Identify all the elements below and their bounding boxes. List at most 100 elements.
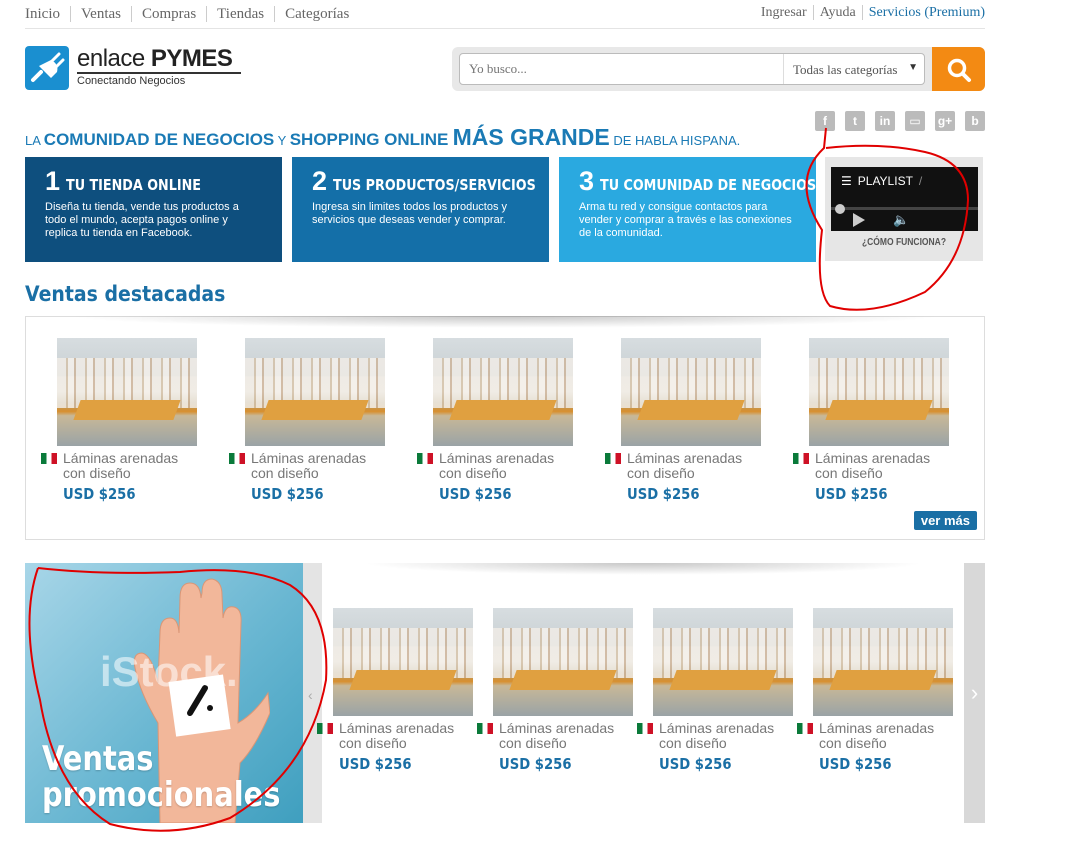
- product-card[interactable]: Láminas arenadas con diseño USD $256: [417, 338, 577, 503]
- mexico-flag-icon: [477, 723, 493, 734]
- nav-link-categorias[interactable]: Categorías: [274, 6, 359, 22]
- product-name[interactable]: Láminas arenadas con diseño: [499, 721, 629, 751]
- top-divider: [25, 28, 985, 29]
- search-input[interactable]: [460, 54, 783, 84]
- product-name[interactable]: Láminas arenadas con diseño: [627, 451, 757, 481]
- chevron-right-icon[interactable]: ›: [964, 563, 985, 823]
- blogger-icon[interactable]: b: [965, 111, 985, 131]
- product-name[interactable]: Láminas arenadas con diseño: [659, 721, 789, 751]
- step-title: TU TIENDA ONLINE: [66, 176, 201, 194]
- promo-products: Láminas arenadas con diseño USD $256 Lám…: [317, 563, 964, 823]
- promo-section: iStock. Ventas promocionales ‹ Láminas ar…: [25, 563, 985, 823]
- logo-title: enlace PYMES: [77, 45, 233, 72]
- video-player[interactable]: ☰ PLAYLIST / 🔈: [831, 167, 978, 231]
- product-card[interactable]: Láminas arenadas con diseño USD $256: [317, 608, 477, 773]
- step-title: TUS PRODUCTOS/SERVICIOS: [333, 176, 536, 194]
- step-title: TU COMUNIDAD DE NEGOCIOS: [600, 176, 817, 194]
- google-plus-icon[interactable]: g+: [935, 111, 955, 131]
- product-card[interactable]: Láminas arenadas con diseño USD $256: [477, 608, 637, 773]
- product-name[interactable]: Láminas arenadas con diseño: [439, 451, 569, 481]
- product-card[interactable]: Láminas arenadas con diseño USD $256: [41, 338, 201, 503]
- step-text: Ingresa sin limites todos los productos …: [312, 201, 508, 226]
- step-card-comunidad[interactable]: 3 TU COMUNIDAD DE NEGOCIOS Arma tu red y …: [559, 157, 816, 262]
- logo-subtitle: Conectando Negocios: [77, 72, 241, 87]
- search-button[interactable]: [932, 47, 985, 91]
- step-text: Arma tu red y consigue contactos para ve…: [579, 201, 792, 239]
- product-image[interactable]: [433, 338, 573, 446]
- step-card-tienda[interactable]: 1 TU TIENDA ONLINE Diseña tu tienda, vend…: [25, 157, 282, 262]
- product-image[interactable]: [621, 338, 761, 446]
- category-select-value: Todas las categorías: [793, 62, 898, 77]
- product-card[interactable]: Láminas arenadas con diseño USD $256: [797, 608, 957, 773]
- video-scrubber[interactable]: [835, 204, 845, 214]
- help-link[interactable]: Ayuda: [812, 5, 862, 20]
- product-price: USD $256: [439, 485, 512, 503]
- shadow-divider: [362, 563, 924, 575]
- search-bar: Todas las categorías ▼: [452, 47, 985, 91]
- product-image[interactable]: [813, 608, 953, 716]
- product-name[interactable]: Láminas arenadas con diseño: [815, 451, 945, 481]
- product-price: USD $256: [819, 755, 892, 773]
- product-image[interactable]: [653, 608, 793, 716]
- mexico-flag-icon: [417, 453, 433, 464]
- facebook-icon[interactable]: f: [815, 111, 835, 131]
- product-price: USD $256: [815, 485, 888, 503]
- promo-title: Ventas promocionales: [42, 739, 281, 815]
- product-card[interactable]: Láminas arenadas con diseño USD $256: [605, 338, 765, 503]
- mexico-flag-icon: [317, 723, 333, 734]
- twitter-icon[interactable]: t: [845, 111, 865, 131]
- playlist-label[interactable]: PLAYLIST: [858, 174, 913, 188]
- chevron-left-icon[interactable]: ‹: [308, 687, 313, 703]
- mexico-flag-icon: [793, 453, 809, 464]
- linkedin-icon[interactable]: in: [875, 111, 895, 131]
- nav-link-tiendas[interactable]: Tiendas: [206, 6, 274, 22]
- volume-icon[interactable]: 🔈: [893, 212, 909, 228]
- playlist-icon[interactable]: ☰: [841, 174, 852, 188]
- nav-link-inicio[interactable]: Inicio: [25, 6, 70, 22]
- product-name[interactable]: Láminas arenadas con diseño: [63, 451, 193, 481]
- how-it-works-link[interactable]: ¿CÓMO FUNCIONA?: [837, 237, 971, 248]
- step-text: Diseña tu tienda, vende tus productos a …: [45, 201, 239, 239]
- product-name[interactable]: Láminas arenadas con diseño: [251, 451, 381, 481]
- product-image[interactable]: [245, 338, 385, 446]
- site-logo[interactable]: enlace PYMES Conectando Negocios: [25, 46, 241, 90]
- see-more-button[interactable]: ver más: [913, 511, 977, 530]
- login-link[interactable]: Ingresar: [755, 5, 813, 20]
- product-price: USD $256: [499, 755, 572, 773]
- play-icon[interactable]: [853, 213, 865, 227]
- social-links: f t in ▭ g+ b: [815, 111, 985, 131]
- nav-link-compras[interactable]: Compras: [131, 6, 206, 22]
- step-number: 3: [579, 166, 595, 196]
- search-icon: [947, 58, 971, 82]
- product-card[interactable]: Láminas arenadas con diseño USD $256: [793, 338, 953, 503]
- account-links: Ingresar Ayuda Servicios (Premium): [755, 5, 985, 20]
- step-card-productos[interactable]: 2 TUS PRODUCTOS/SERVICIOS Ingresa sin lim…: [292, 157, 549, 262]
- product-image[interactable]: [57, 338, 197, 446]
- site-tagline: LA COMUNIDAD DE NEGOCIOS Y SHOPPING ONLI…: [25, 124, 741, 150]
- product-card[interactable]: Láminas arenadas con diseño USD $256: [637, 608, 797, 773]
- video-progress-bar[interactable]: [831, 207, 978, 210]
- product-name[interactable]: Láminas arenadas con diseño: [819, 721, 949, 751]
- playlist-divider: /: [918, 174, 923, 188]
- plug-icon: [25, 46, 69, 90]
- mexico-flag-icon: [797, 723, 813, 734]
- product-name[interactable]: Láminas arenadas con diseño: [339, 721, 469, 751]
- product-card[interactable]: Láminas arenadas con diseño USD $256: [229, 338, 389, 503]
- product-image[interactable]: [809, 338, 949, 446]
- nav-link-ventas[interactable]: Ventas: [70, 6, 131, 22]
- mexico-flag-icon: [41, 453, 57, 464]
- step-number: 2: [312, 166, 328, 196]
- youtube-icon[interactable]: ▭: [905, 111, 925, 131]
- product-image[interactable]: [493, 608, 633, 716]
- mexico-flag-icon: [605, 453, 621, 464]
- product-image[interactable]: [333, 608, 473, 716]
- category-select[interactable]: Todas las categorías ▼: [783, 54, 924, 84]
- shadow-divider: [66, 316, 944, 328]
- product-price: USD $256: [251, 485, 324, 503]
- promo-banner[interactable]: iStock. Ventas promocionales: [25, 563, 303, 823]
- product-price: USD $256: [63, 485, 136, 503]
- featured-section-title: Ventas destacadas: [25, 282, 226, 306]
- premium-services-link[interactable]: Servicios (Premium): [861, 5, 985, 20]
- product-price: USD $256: [627, 485, 700, 503]
- mexico-flag-icon: [229, 453, 245, 464]
